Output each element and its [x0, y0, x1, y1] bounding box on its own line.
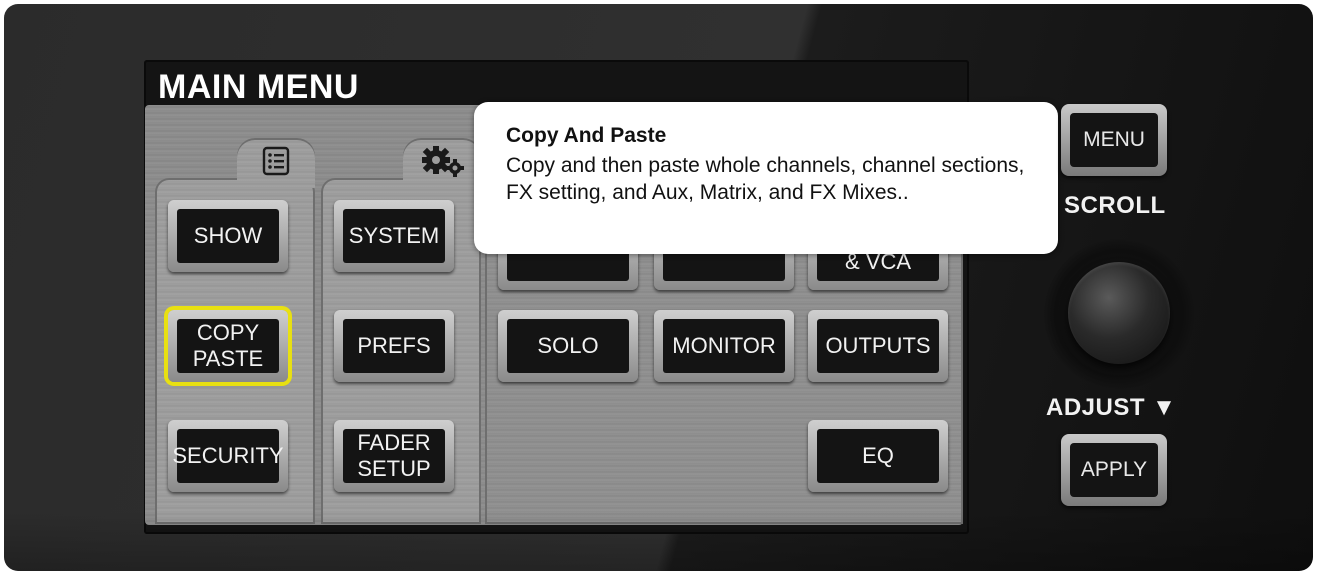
system-button[interactable]: SYSTEM — [334, 200, 454, 272]
prefs-button[interactable]: PREFS — [334, 310, 454, 382]
outputs-button[interactable]: OUTPUTS — [808, 310, 948, 382]
adjust-knob[interactable] — [1068, 262, 1170, 364]
tooltip-text: Copy and then paste whole channels, chan… — [506, 154, 1025, 204]
menu-hardware-button[interactable]: MENU — [1061, 104, 1167, 176]
eq-button[interactable]: EQ — [808, 420, 948, 492]
copy-paste-button[interactable]: COPY PASTE — [168, 310, 288, 382]
tooltip-title: Copy And Paste — [506, 124, 667, 147]
tab-system-tools[interactable] — [403, 138, 481, 188]
screen-title: MAIN MENU — [158, 68, 359, 106]
adjust-label: ADJUST ▼ — [1046, 394, 1177, 421]
tooltip-copy-paste: Copy And Paste Copy and then paste whole… — [474, 102, 1058, 254]
show-button[interactable]: SHOW — [168, 200, 288, 272]
apply-hardware-button[interactable]: APPLY — [1061, 434, 1167, 506]
monitor-button[interactable]: MONITOR — [654, 310, 794, 382]
solo-button[interactable]: SOLO — [498, 310, 638, 382]
list-settings-icon — [261, 146, 291, 181]
scroll-label: SCROLL — [1064, 192, 1166, 219]
console-panel: MAIN MENU SHOW COPY PASTE SECURITY SYSTE… — [4, 4, 1313, 571]
tab-show-tools[interactable] — [237, 138, 315, 188]
gears-icon — [418, 144, 466, 183]
security-button[interactable]: SECURITY — [168, 420, 288, 492]
fader-setup-button[interactable]: FADER SETUP — [334, 420, 454, 492]
